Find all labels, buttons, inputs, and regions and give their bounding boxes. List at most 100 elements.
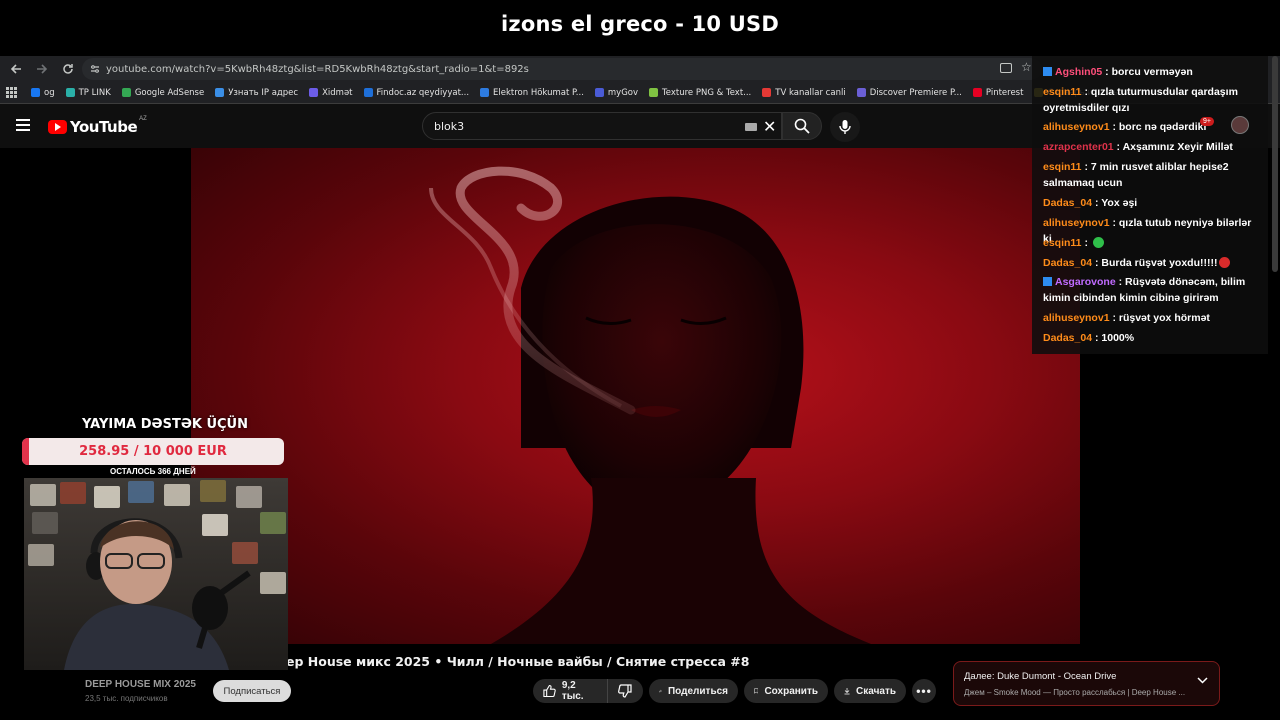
chat-username[interactable]: Dadas_04 <box>1043 332 1092 344</box>
chat-text: Axşamınız Xeyir Millət <box>1122 141 1233 153</box>
bookmark-item[interactable]: TV kanallar canli <box>762 88 846 98</box>
chat-text: rüşvət yox hörmət <box>1118 312 1210 324</box>
save-bookmark-icon <box>754 688 759 694</box>
clear-search-icon[interactable]: ✕ <box>763 117 776 137</box>
share-icon <box>659 689 662 693</box>
bookmark-favicon-icon <box>215 88 225 97</box>
share-button[interactable]: Поделиться <box>649 679 738 703</box>
donation-goal-title: YAYIMA DƏSTƏK ÜÇÜN <box>82 417 248 432</box>
chat-separator: : <box>1081 86 1091 98</box>
apps-grid-icon[interactable] <box>6 87 17 98</box>
bookmark-item[interactable]: og <box>31 88 55 98</box>
download-label: Скачать <box>856 685 896 697</box>
chat-username[interactable]: azrapcenter01 <box>1043 141 1114 153</box>
chat-username[interactable]: alihuseynov1 <box>1043 312 1110 324</box>
bookmark-favicon-icon <box>856 88 866 97</box>
chat-username[interactable]: esqin11 <box>1043 161 1082 173</box>
chat-badge-icon <box>1043 67 1052 76</box>
menu-icon[interactable] <box>16 119 30 131</box>
chat-username[interactable]: Dadas_04 <box>1043 257 1092 269</box>
chat-username[interactable]: Asgarovone <box>1055 276 1116 288</box>
url-text: youtube.com/watch?v=5KwbRh48ztg&list=RD5… <box>106 63 529 75</box>
bookmark-item[interactable]: Texture PNG & Text... <box>649 88 751 98</box>
bookmark-label: Узнать IP адрес <box>228 87 299 98</box>
channel-subscribers: 23,5 тыс. подписчиков <box>85 694 168 703</box>
up-next-card[interactable]: Далее: Duke Dumont - Ocean Drive Джем – … <box>953 661 1220 706</box>
forward-icon[interactable] <box>30 57 54 81</box>
bookmark-item[interactable]: Findoc.az qeydiyyat... <box>363 88 469 98</box>
bookmark-item[interactable]: Узнать IP адрес <box>215 88 298 98</box>
bookmark-item[interactable]: TP LINK <box>65 87 111 98</box>
bookmark-label: TP LINK <box>78 87 111 98</box>
chat-message: Dadas_04 : Yox əşi <box>1043 195 1261 211</box>
streamer-webcam <box>24 478 288 670</box>
back-icon[interactable] <box>4 57 28 81</box>
chat-text: Yox əşi <box>1101 197 1138 209</box>
chat-message: azrapcenter01 : Axşamınız Xeyir Millət <box>1043 139 1261 155</box>
search-button[interactable] <box>782 112 822 140</box>
red-emote-icon <box>1219 257 1231 268</box>
bookmark-favicon-icon <box>762 88 772 97</box>
thumbs-down-icon <box>618 684 632 698</box>
bookmark-favicon-icon <box>480 88 490 97</box>
youtube-play-icon <box>48 120 67 134</box>
download-button[interactable]: Скачать <box>834 679 906 703</box>
youtube-logo[interactable]: YouTube AZ <box>48 116 147 136</box>
video-title: ep House микс 2025 • Чилл / Ночные вайбы… <box>286 654 750 669</box>
video-player[interactable] <box>191 148 1080 644</box>
dislike-button[interactable] <box>607 679 643 703</box>
chat-separator: : <box>1109 312 1119 324</box>
bookmark-label: Xidmət <box>322 87 353 98</box>
avatar[interactable] <box>1231 116 1249 134</box>
like-count: 9,2 тыс. <box>561 680 584 702</box>
chat-username[interactable]: alihuseynov1 <box>1043 121 1110 133</box>
bookmark-star-icon[interactable]: ☆ <box>1021 60 1032 74</box>
chat-username[interactable]: Dadas_04 <box>1043 197 1092 209</box>
more-actions-button[interactable]: ••• <box>912 679 936 703</box>
notification-badge: 9+ <box>1200 117 1214 126</box>
bookmark-label: Pinterest <box>985 87 1024 98</box>
chevron-down-icon[interactable] <box>1197 675 1208 687</box>
chat-text: borc nə qədərdiki <box>1118 121 1207 133</box>
chat-message: Dadas_04 : Burda rüşvət yoxdu!!!!! <box>1043 255 1261 271</box>
voice-search-button[interactable] <box>830 112 860 142</box>
bookmark-label: myGov <box>607 87 639 98</box>
bookmark-label: Discover Premiere P... <box>869 87 962 98</box>
bookmark-favicon-icon <box>363 88 373 97</box>
chat-username[interactable]: esqin11 <box>1043 86 1082 98</box>
bookmark-item[interactable]: Discover Premiere P... <box>856 87 962 98</box>
chat-message: Dadas_04 : 1000% <box>1043 330 1261 346</box>
reload-icon[interactable] <box>56 57 80 81</box>
share-label: Поделиться <box>667 685 728 697</box>
site-info-icon[interactable] <box>90 64 100 74</box>
bookmark-item[interactable]: Xidmət <box>309 87 353 98</box>
bookmark-item[interactable]: Google AdSense <box>121 88 204 98</box>
youtube-logo-text: YouTube <box>70 118 138 136</box>
bookmark-item[interactable]: myGov <box>594 87 639 98</box>
chat-separator: : <box>1092 257 1102 269</box>
subscribe-button[interactable]: Подписаться <box>213 680 291 702</box>
url-bar[interactable]: youtube.com/watch?v=5KwbRh48ztg&list=RD5… <box>82 58 1042 80</box>
chat-username[interactable]: Agshin05 <box>1055 66 1102 78</box>
page-scrollbar[interactable] <box>1272 56 1278 272</box>
chat-message: alihuseynov1 : borc nə qədərdiki <box>1043 119 1261 135</box>
bookmark-item[interactable]: Elektron Hökumat P... <box>480 88 584 98</box>
like-button[interactable]: 9,2 тыс. <box>533 679 607 703</box>
channel-name[interactable]: DEEP HOUSE MIX 2025 <box>85 679 196 690</box>
donation-progress-bar: 258.95 / 10 000 EUR <box>22 438 284 465</box>
chat-username[interactable]: esqin11 <box>1043 237 1082 249</box>
bookmark-label: Elektron Hökumat P... <box>493 87 584 98</box>
chat-text: borcu verməyən <box>1111 66 1193 78</box>
up-next-subtitle: Джем – Smoke Mood — Просто расслабься | … <box>964 688 1186 697</box>
donation-alert-text: izons el greco - 10 USD <box>501 12 779 36</box>
chat-separator: : <box>1102 66 1112 78</box>
keyboard-icon[interactable] <box>745 123 757 131</box>
microphone-icon <box>839 120 851 134</box>
bookmark-item[interactable]: Pinterest <box>972 87 1024 98</box>
donation-alert-banner: izons el greco - 10 USD <box>0 0 1280 48</box>
save-button[interactable]: Сохранить <box>744 679 828 703</box>
search-input[interactable]: blok3 ✕ <box>422 112 782 140</box>
install-app-icon[interactable] <box>1000 63 1012 73</box>
bookmark-favicon-icon <box>31 88 40 97</box>
chat-username[interactable]: alihuseynov1 <box>1043 217 1110 229</box>
